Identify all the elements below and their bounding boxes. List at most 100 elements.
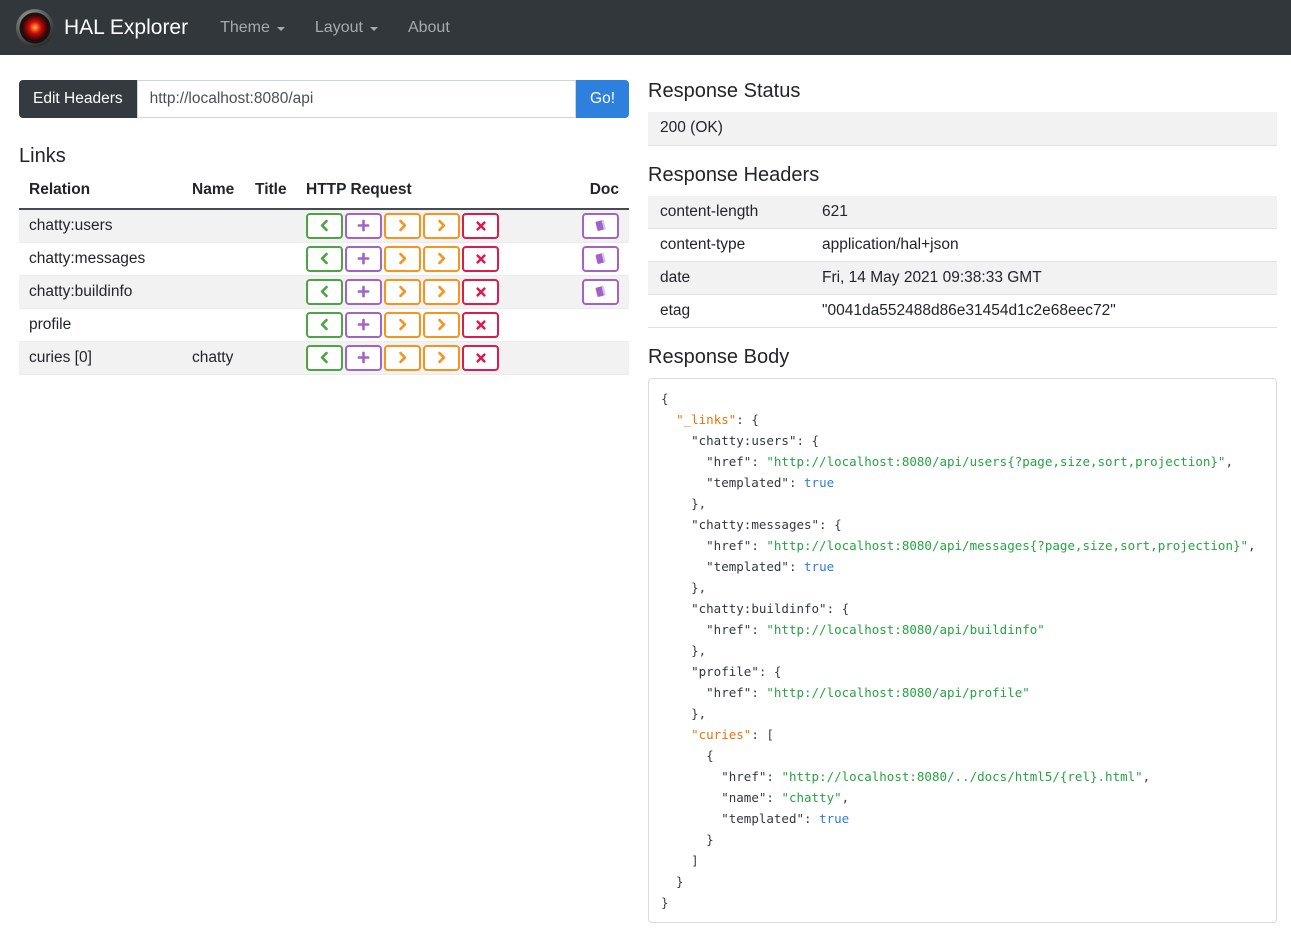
name-cell xyxy=(182,242,245,276)
header-name: content-type xyxy=(648,228,810,262)
go-button[interactable]: Go! xyxy=(576,80,629,118)
response-header-row: date Fri, 14 May 2021 09:38:33 GMT xyxy=(648,261,1277,295)
get-button[interactable] xyxy=(306,344,343,371)
name-cell xyxy=(182,209,245,243)
header-value: "0041da552488d86e31454d1c2e68eec72" xyxy=(810,294,1277,328)
post-button[interactable] xyxy=(345,245,382,272)
table-row: curies [0] chatty xyxy=(19,341,629,375)
doc-cell xyxy=(570,341,629,375)
book-icon xyxy=(595,220,606,232)
patch-button[interactable] xyxy=(423,311,460,338)
chevron-right-icon xyxy=(399,219,407,232)
delete-button[interactable] xyxy=(462,245,499,272)
nav-item-theme[interactable]: Theme xyxy=(212,19,293,37)
chevron-left-icon xyxy=(320,318,328,331)
get-button[interactable] xyxy=(306,212,343,239)
patch-button[interactable] xyxy=(423,245,460,272)
delete-button[interactable] xyxy=(462,344,499,371)
get-button[interactable] xyxy=(306,278,343,305)
http-request-cell xyxy=(296,341,570,375)
brand-link[interactable]: HAL Explorer xyxy=(16,8,189,47)
nav-item-layout[interactable]: Layout xyxy=(307,19,386,37)
x-icon xyxy=(475,253,486,264)
http-request-cell xyxy=(296,275,570,309)
doc-button[interactable] xyxy=(582,278,619,305)
links-table-body: chatty:users chatty:messages chatty:buildi… xyxy=(19,209,629,375)
post-button[interactable] xyxy=(345,311,382,338)
header-value: 621 xyxy=(810,195,1277,229)
url-input[interactable] xyxy=(136,80,577,118)
response-headers-body: content-length 621 content-type application… xyxy=(648,195,1277,328)
header-name: etag xyxy=(648,294,810,328)
chevron-down-icon xyxy=(369,27,378,31)
header-value: Fri, 14 May 2021 09:38:33 GMT xyxy=(810,261,1277,295)
main-content: Edit Headers Go! Links Relation Name Tit… xyxy=(0,55,1291,923)
title-cell xyxy=(245,242,296,276)
chevron-left-icon xyxy=(320,252,328,265)
response-header-row: content-length 621 xyxy=(648,195,1277,229)
name-cell xyxy=(182,275,245,309)
delete-button[interactable] xyxy=(462,311,499,338)
right-column: Response Status 200 (OK) Response Header… xyxy=(648,80,1277,923)
nav-item-about[interactable]: About xyxy=(400,19,458,37)
response-body-panel: { "_links": { "chatty:users": { "href": … xyxy=(648,378,1277,923)
http-request-cell xyxy=(296,209,570,243)
relation-cell: chatty:messages xyxy=(19,242,182,276)
plus-icon xyxy=(357,318,370,331)
table-row: profile xyxy=(19,308,629,342)
chevron-right-icon xyxy=(438,252,446,265)
put-button[interactable] xyxy=(384,245,421,272)
title-cell xyxy=(245,341,296,375)
delete-button[interactable] xyxy=(462,278,499,305)
get-button[interactable] xyxy=(306,245,343,272)
post-button[interactable] xyxy=(345,344,382,371)
response-status-value: 200 (OK) xyxy=(648,112,1277,146)
chevron-right-icon xyxy=(438,318,446,331)
post-button[interactable] xyxy=(345,212,382,239)
relation-cell: profile xyxy=(19,308,182,342)
left-column: Edit Headers Go! Links Relation Name Tit… xyxy=(19,80,629,375)
brand-title: HAL Explorer xyxy=(64,15,189,39)
chevron-right-icon xyxy=(438,219,446,232)
patch-button[interactable] xyxy=(423,278,460,305)
title-cell xyxy=(245,209,296,243)
links-table-header-row: Relation Name Title HTTP Request Doc xyxy=(19,177,629,210)
chevron-right-icon xyxy=(399,285,407,298)
edit-headers-button[interactable]: Edit Headers xyxy=(19,80,137,118)
delete-button[interactable] xyxy=(462,212,499,239)
chevron-right-icon xyxy=(438,285,446,298)
response-header-row: content-type application/hal+json xyxy=(648,228,1277,262)
book-icon xyxy=(595,285,606,297)
plus-icon xyxy=(357,351,370,364)
put-button[interactable] xyxy=(384,311,421,338)
put-button[interactable] xyxy=(384,344,421,371)
response-header-row: etag "0041da552488d86e31454d1c2e68eec72" xyxy=(648,294,1277,328)
request-bar: Edit Headers Go! xyxy=(19,80,629,118)
name-cell: chatty xyxy=(182,341,245,375)
put-button[interactable] xyxy=(384,278,421,305)
json-code: { "_links": { "chatty:users": { "href": … xyxy=(661,391,1256,910)
chevron-right-icon xyxy=(399,252,407,265)
post-button[interactable] xyxy=(345,278,382,305)
patch-button[interactable] xyxy=(423,344,460,371)
doc-button[interactable] xyxy=(582,212,619,239)
patch-button[interactable] xyxy=(423,212,460,239)
table-row: chatty:buildinfo xyxy=(19,275,629,309)
response-status-heading: Response Status xyxy=(648,80,801,102)
plus-icon xyxy=(357,252,370,265)
put-button[interactable] xyxy=(384,212,421,239)
plus-icon xyxy=(357,219,370,232)
chevron-right-icon xyxy=(399,318,407,331)
column-header-relation: Relation xyxy=(19,177,182,210)
response-status-row: 200 (OK) xyxy=(648,112,1277,146)
title-cell xyxy=(245,308,296,342)
hal-logo-icon xyxy=(16,8,54,47)
response-body-heading: Response Body xyxy=(648,346,790,368)
chevron-right-icon xyxy=(399,351,407,364)
nav-item-about-label: About xyxy=(407,18,450,36)
x-icon xyxy=(475,319,486,330)
relation-cell: curies [0] xyxy=(19,341,182,375)
doc-button[interactable] xyxy=(582,245,619,272)
response-body-json: { "_links": { "chatty:users": { "href": … xyxy=(661,388,1264,913)
get-button[interactable] xyxy=(306,311,343,338)
